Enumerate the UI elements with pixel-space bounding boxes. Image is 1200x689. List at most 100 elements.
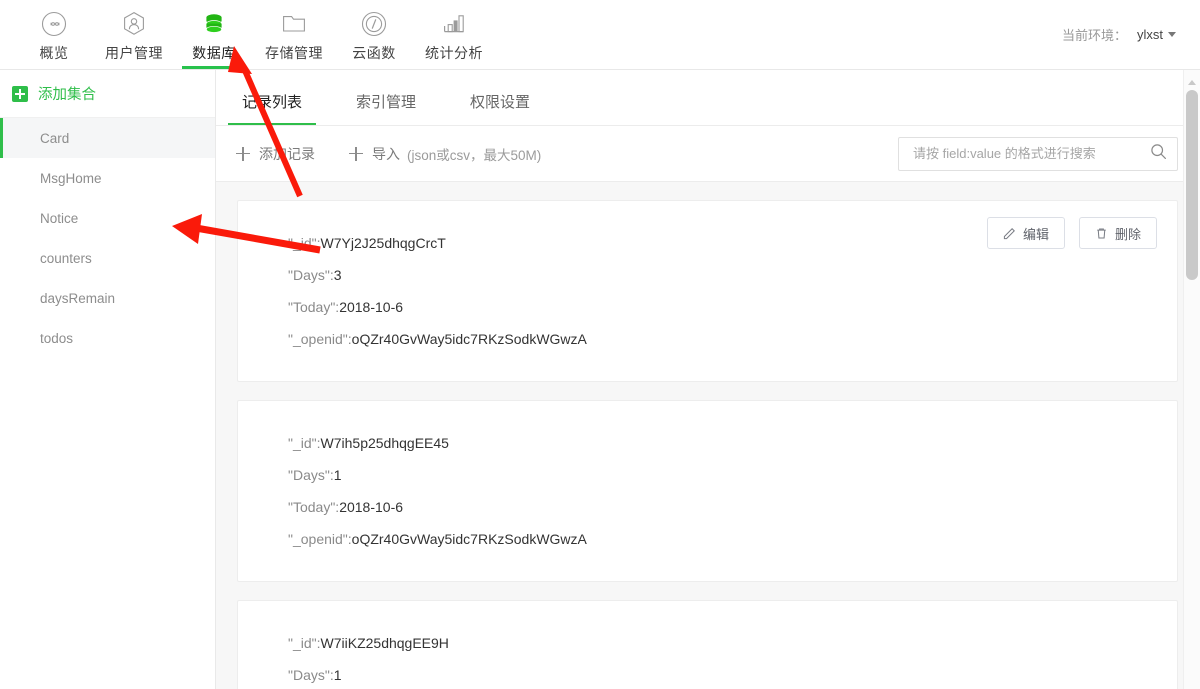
bar-chart-icon xyxy=(441,9,467,39)
scrollbar-thumb[interactable] xyxy=(1186,90,1198,280)
field-value: W7iiKZ25dhqgEE9H xyxy=(320,635,449,651)
record-field: "Days":1 xyxy=(288,459,1157,491)
sidebar-item-msghome[interactable]: MsgHome xyxy=(0,158,215,198)
field-key: "Days": xyxy=(288,267,334,283)
nav-item-label: 数据库 xyxy=(192,45,236,61)
edit-button[interactable]: 编辑 xyxy=(987,217,1065,249)
delete-button[interactable]: 删除 xyxy=(1079,217,1157,249)
field-key: "_id": xyxy=(288,235,321,251)
record-card: "_id":W7iiKZ25dhqgEE9H "Days":1 "Today":… xyxy=(237,600,1178,689)
main-content: 记录列表 索引管理 权限设置 添加记录 导入 (json或csv，最大50M) xyxy=(216,70,1200,689)
nav-item-overview[interactable]: 概览 xyxy=(14,0,94,69)
collection-name: Card xyxy=(40,130,70,146)
nav-item-label: 云函数 xyxy=(352,45,396,61)
nav-item-database[interactable]: 数据库 xyxy=(174,0,254,69)
cloud-console-page: 概览 用户管理 数据库 存储管理 云函数 统计分析 当前环境： ylxst 添加… xyxy=(0,0,1200,689)
nav-item-label: 用户管理 xyxy=(105,45,163,61)
scroll-up-arrow-icon[interactable] xyxy=(1184,75,1200,89)
collection-list: Card MsgHome Notice counters daysRemain … xyxy=(0,118,215,358)
record-field: "_id":W7iiKZ25dhqgEE9H xyxy=(288,627,1157,659)
records-toolbar: 添加记录 导入 (json或csv，最大50M) xyxy=(216,126,1200,182)
record-list: 编辑 删除 "_id":W7Yj2J25dhqgCrcT "Days":3 "T… xyxy=(216,182,1200,689)
collections-sidebar: 添加集合 Card MsgHome Notice counters daysRe… xyxy=(0,70,216,689)
record-field: "Today":2018-10-6 xyxy=(288,291,1157,323)
sidebar-item-todos[interactable]: todos xyxy=(0,318,215,358)
field-key: "_openid": xyxy=(288,531,352,547)
delete-label: 删除 xyxy=(1114,226,1141,242)
tab-index-management[interactable]: 索引管理 xyxy=(350,91,422,125)
record-field: "_openid":oQZr40GvWay5idc7RKzSodkWGwzA xyxy=(288,323,1157,355)
field-value: W7ih5p25dhqgEE45 xyxy=(320,435,449,451)
search-box[interactable] xyxy=(898,136,1178,171)
collection-name: Notice xyxy=(40,210,79,226)
environment-label: 当前环境： xyxy=(1061,28,1127,43)
tab-permission-settings[interactable]: 权限设置 xyxy=(464,91,536,125)
field-value: 3 xyxy=(333,267,342,283)
nav-item-user-management[interactable]: 用户管理 xyxy=(94,0,174,69)
sidebar-item-card[interactable]: Card xyxy=(0,118,215,158)
field-key: "Today": xyxy=(288,499,340,515)
record-field: "_id":W7ih5p25dhqgEE45 xyxy=(288,427,1157,459)
field-key: "_openid": xyxy=(288,331,352,347)
environment-value: ylxst xyxy=(1137,27,1163,42)
nav-item-label: 概览 xyxy=(39,45,69,61)
nav-item-storage-management[interactable]: 存储管理 xyxy=(254,0,334,69)
collection-name: todos xyxy=(40,330,74,346)
add-record-button[interactable]: 添加记录 xyxy=(236,144,315,164)
collection-name: daysRemain xyxy=(40,290,116,306)
chevron-down-icon xyxy=(1168,32,1176,37)
nav-item-label: 统计分析 xyxy=(425,45,483,61)
database-cylinder-icon xyxy=(201,9,227,39)
user-hexagon-icon xyxy=(121,9,147,39)
record-field: "_openid":oQZr40GvWay5idc7RKzSodkWGwzA xyxy=(288,523,1157,555)
tab-label: 索引管理 xyxy=(356,94,417,111)
top-nav-items: 概览 用户管理 数据库 存储管理 云函数 统计分析 xyxy=(0,0,494,69)
field-value: oQZr40GvWay5idc7RKzSodkWGwzA xyxy=(351,331,587,347)
field-value: 1 xyxy=(333,667,342,683)
search-icon[interactable] xyxy=(1150,143,1167,165)
top-navigation-bar: 概览 用户管理 数据库 存储管理 云函数 统计分析 当前环境： ylxst xyxy=(0,0,1200,70)
record-field: "Days":3 xyxy=(288,259,1157,291)
add-record-label: 添加记录 xyxy=(259,145,315,162)
record-actions: 编辑 删除 xyxy=(973,217,1157,249)
import-label: 导入 xyxy=(372,145,400,162)
environment-selector[interactable]: 当前环境： ylxst xyxy=(1062,0,1200,69)
nav-item-label: 存储管理 xyxy=(265,45,323,61)
field-key: "Days": xyxy=(288,467,334,483)
cloud-function-icon xyxy=(361,9,387,39)
search-input[interactable] xyxy=(911,145,1150,162)
sidebar-item-notice[interactable]: Notice xyxy=(0,198,215,238)
trash-icon xyxy=(1097,227,1106,239)
record-card: "_id":W7ih5p25dhqgEE45 "Days":1 "Today":… xyxy=(237,400,1178,582)
folder-icon xyxy=(281,9,307,39)
nav-item-statistics[interactable]: 统计分析 xyxy=(414,0,494,69)
sidebar-item-daysremain[interactable]: daysRemain xyxy=(0,278,215,318)
collection-name: MsgHome xyxy=(40,170,102,186)
add-collection-label: 添加集合 xyxy=(38,87,96,103)
record-card: 编辑 删除 "_id":W7Yj2J25dhqgCrcT "Days":3 "T… xyxy=(237,200,1178,382)
field-key: "_id": xyxy=(288,435,321,451)
field-value: W7Yj2J25dhqgCrcT xyxy=(320,235,446,251)
field-key: "_id": xyxy=(288,635,321,651)
collection-name: counters xyxy=(40,250,92,266)
field-value: oQZr40GvWay5idc7RKzSodkWGwzA xyxy=(351,531,587,547)
field-key: "Today": xyxy=(288,299,340,315)
import-button[interactable]: 导入 (json或csv，最大50M) xyxy=(349,144,541,164)
add-collection-button[interactable]: 添加集合 xyxy=(0,70,215,118)
edit-label: 编辑 xyxy=(1022,226,1049,242)
field-key: "Days": xyxy=(288,667,334,683)
field-value: 1 xyxy=(333,467,342,483)
record-field: "Days":1 xyxy=(288,659,1157,689)
plus-icon xyxy=(349,146,363,161)
plus-icon xyxy=(236,146,250,161)
tab-bar: 记录列表 索引管理 权限设置 xyxy=(216,70,1200,126)
field-value: 2018-10-6 xyxy=(339,299,404,315)
sidebar-item-counters[interactable]: counters xyxy=(0,238,215,278)
nav-item-cloud-function[interactable]: 云函数 xyxy=(334,0,414,69)
pencil-icon xyxy=(1003,227,1015,239)
tab-record-list[interactable]: 记录列表 xyxy=(227,91,317,125)
import-hint: (json或csv，最大50M) xyxy=(407,147,542,163)
page-scrollbar[interactable] xyxy=(1183,70,1200,689)
tab-label: 记录列表 xyxy=(242,94,303,111)
record-field: "Today":2018-10-6 xyxy=(288,491,1157,523)
